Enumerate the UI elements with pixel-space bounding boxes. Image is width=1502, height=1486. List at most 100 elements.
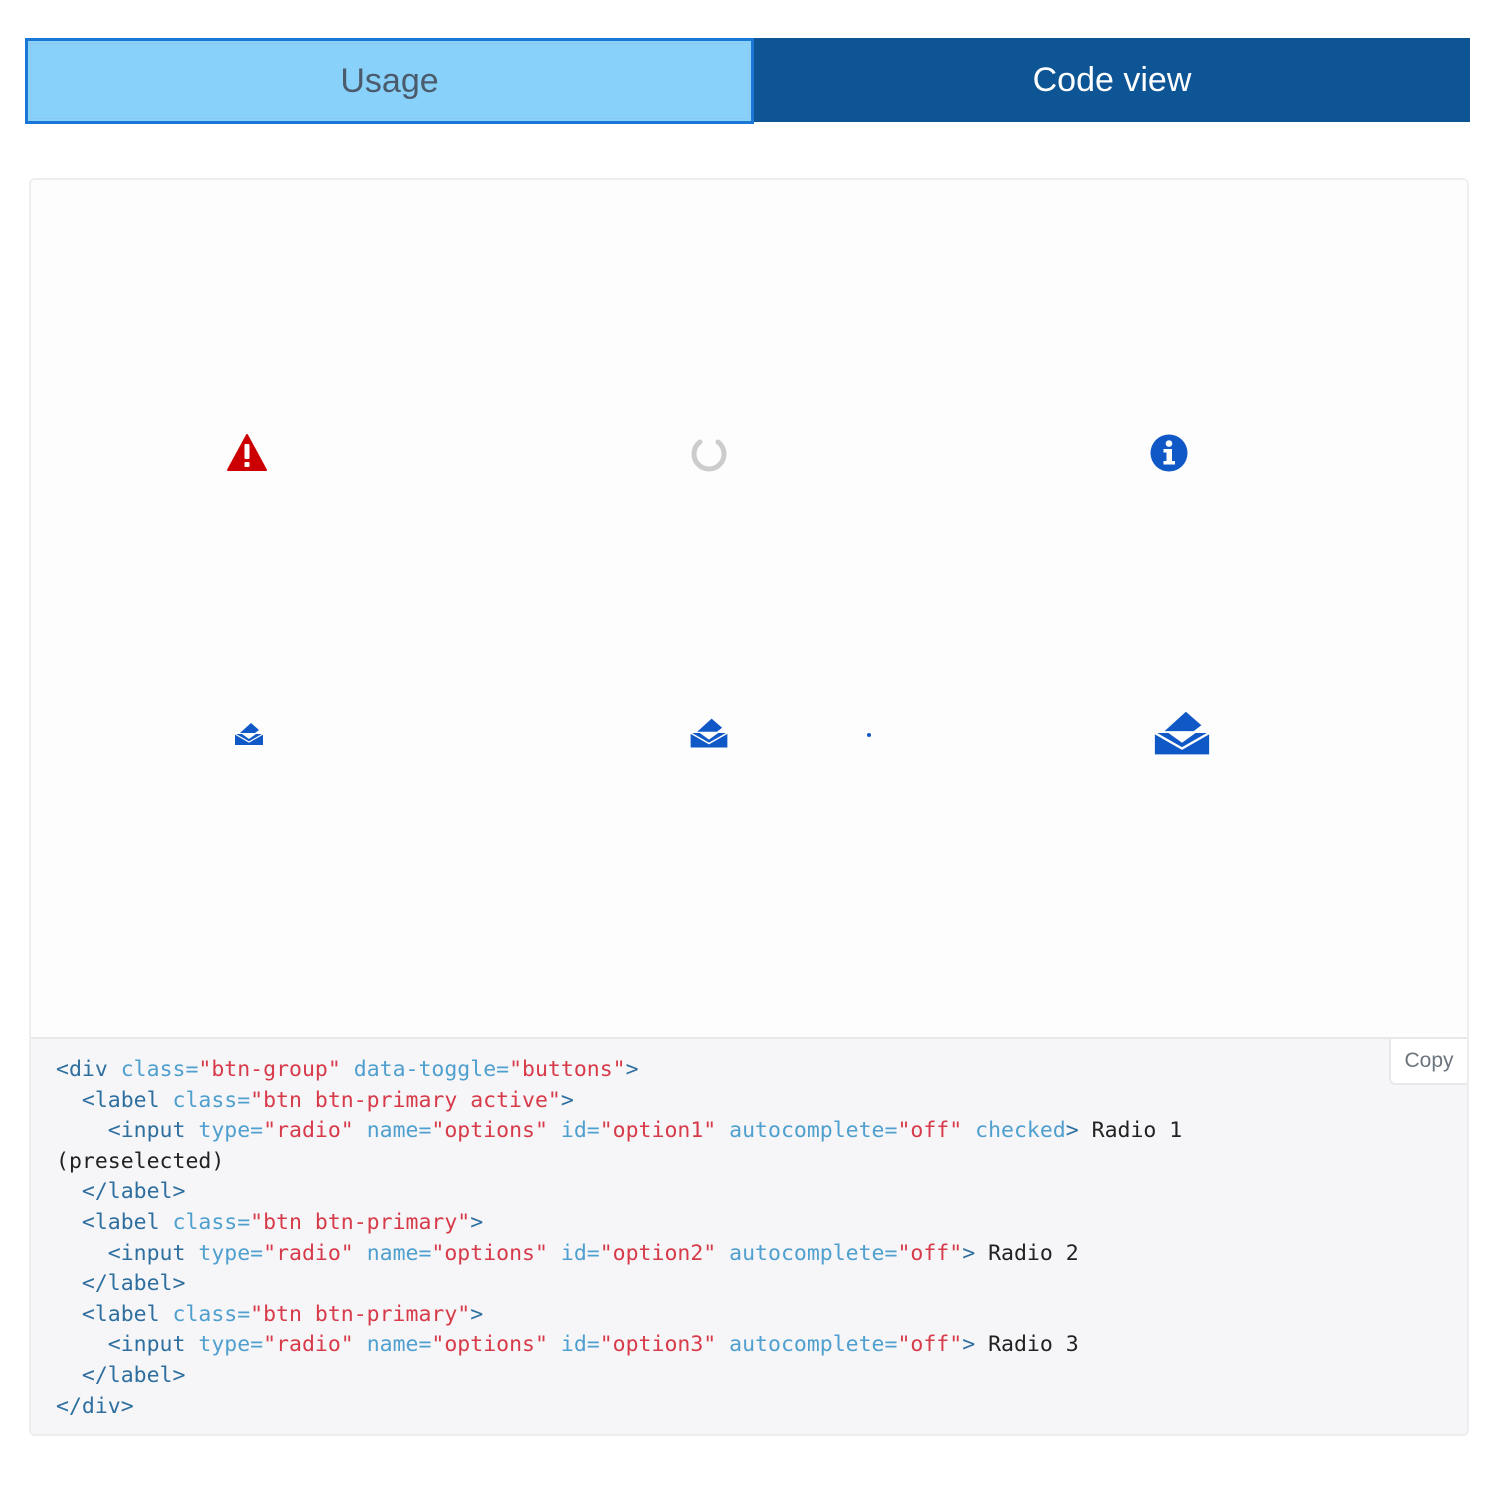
code-token: "options" <box>431 1240 548 1266</box>
code-line: <label class="btn btn-primary"> <box>56 1210 483 1235</box>
code-token: autocomplete= <box>729 1240 898 1266</box>
code-line: </label> <box>56 1271 186 1297</box>
info-icon <box>1150 434 1188 472</box>
spinner-icon <box>691 439 727 472</box>
code-token: <input <box>107 1332 199 1358</box>
code-token: "radio" <box>263 1118 354 1144</box>
code-token: data-toggle= <box>353 1057 510 1082</box>
code-token: type= <box>198 1332 264 1358</box>
code-token: Radio 1 <box>1078 1118 1183 1144</box>
copy-button[interactable]: Copy <box>1389 1037 1467 1085</box>
code-token: (preselected) <box>56 1148 225 1174</box>
code-token: > <box>625 1057 639 1082</box>
code-token: id= <box>560 1332 600 1358</box>
code-token: > <box>470 1209 484 1235</box>
code-line: </label> <box>56 1179 186 1205</box>
code-token: "option1" <box>599 1118 717 1144</box>
code-token: </label> <box>81 1179 186 1205</box>
ticket-icon-small <box>234 723 264 745</box>
code-block: Copy <div class="btn-group" data-toggle=… <box>31 1037 1467 1434</box>
code-line: </label> <box>56 1363 186 1388</box>
code-line: <div class="btn-group" data-toggle="butt… <box>56 1057 639 1082</box>
code-token: "buttons" <box>509 1057 626 1082</box>
code-line: </div> <box>56 1394 134 1419</box>
code-token: > <box>560 1087 574 1113</box>
code-snippet: <div class="btn-group" data-toggle="butt… <box>56 1055 1182 1422</box>
code-token: name= <box>366 1332 432 1358</box>
ticket-icon-large <box>1154 711 1210 755</box>
code-token: checked <box>975 1118 1066 1144</box>
code-line: (preselected) <box>56 1149 224 1174</box>
code-token: </div> <box>56 1393 134 1419</box>
code-token: <label <box>81 1209 173 1235</box>
code-token: id= <box>560 1118 600 1144</box>
code-token: "off" <box>897 1118 963 1144</box>
tab-usage[interactable]: Usage <box>25 38 754 124</box>
code-token: "btn-group" <box>198 1057 341 1082</box>
code-line: <input type="radio" name="options" id="o… <box>56 1332 1079 1357</box>
code-token: <label <box>81 1087 173 1113</box>
tab-code-view[interactable]: Code view <box>754 38 1470 122</box>
tab-bar: Usage Code view <box>25 38 1470 124</box>
code-token: class= <box>172 1087 251 1113</box>
code-token: <div <box>56 1057 121 1082</box>
code-token: class= <box>172 1301 251 1327</box>
code-token: "option3" <box>599 1332 717 1358</box>
code-token: autocomplete= <box>729 1332 898 1358</box>
code-token: "options" <box>431 1118 548 1144</box>
code-token: > <box>962 1240 976 1266</box>
code-token: > <box>470 1301 484 1327</box>
code-line: <input type="radio" name="options" id="o… <box>56 1118 1182 1143</box>
ticket-icon-medium <box>690 718 728 748</box>
code-token: class= <box>120 1057 199 1082</box>
code-token: name= <box>366 1118 432 1144</box>
code-token: type= <box>198 1118 264 1144</box>
code-token: name= <box>366 1240 432 1266</box>
code-token: "btn btn-primary" <box>250 1209 471 1235</box>
code-line: <input type="radio" name="options" id="o… <box>56 1241 1079 1266</box>
example-panel: Copy <div class="btn-group" data-toggle=… <box>29 178 1469 1436</box>
code-token: "radio" <box>263 1240 354 1266</box>
code-token: id= <box>560 1240 600 1266</box>
dot-marker <box>867 733 871 737</box>
code-token: "off" <box>897 1332 963 1358</box>
code-token: "option2" <box>599 1240 717 1266</box>
code-token: "off" <box>897 1240 963 1266</box>
code-token: </label> <box>81 1271 186 1297</box>
code-token: <input <box>107 1118 199 1144</box>
code-token: "radio" <box>263 1332 354 1358</box>
code-token: Radio 2 <box>975 1240 1079 1266</box>
code-token: "options" <box>431 1332 548 1358</box>
code-line: <label class="btn btn-primary active"> <box>56 1088 574 1113</box>
code-token: class= <box>172 1209 251 1235</box>
code-token: <label <box>81 1301 173 1327</box>
code-line: <label class="btn btn-primary"> <box>56 1302 483 1327</box>
demo-area <box>31 180 1467 1037</box>
code-token: type= <box>198 1240 264 1266</box>
warning-icon <box>227 434 267 471</box>
code-token: autocomplete= <box>729 1118 898 1144</box>
code-token: > <box>962 1332 976 1358</box>
code-token: > <box>1065 1118 1079 1144</box>
code-token: Radio 3 <box>975 1332 1079 1358</box>
code-token: <input <box>107 1240 199 1266</box>
